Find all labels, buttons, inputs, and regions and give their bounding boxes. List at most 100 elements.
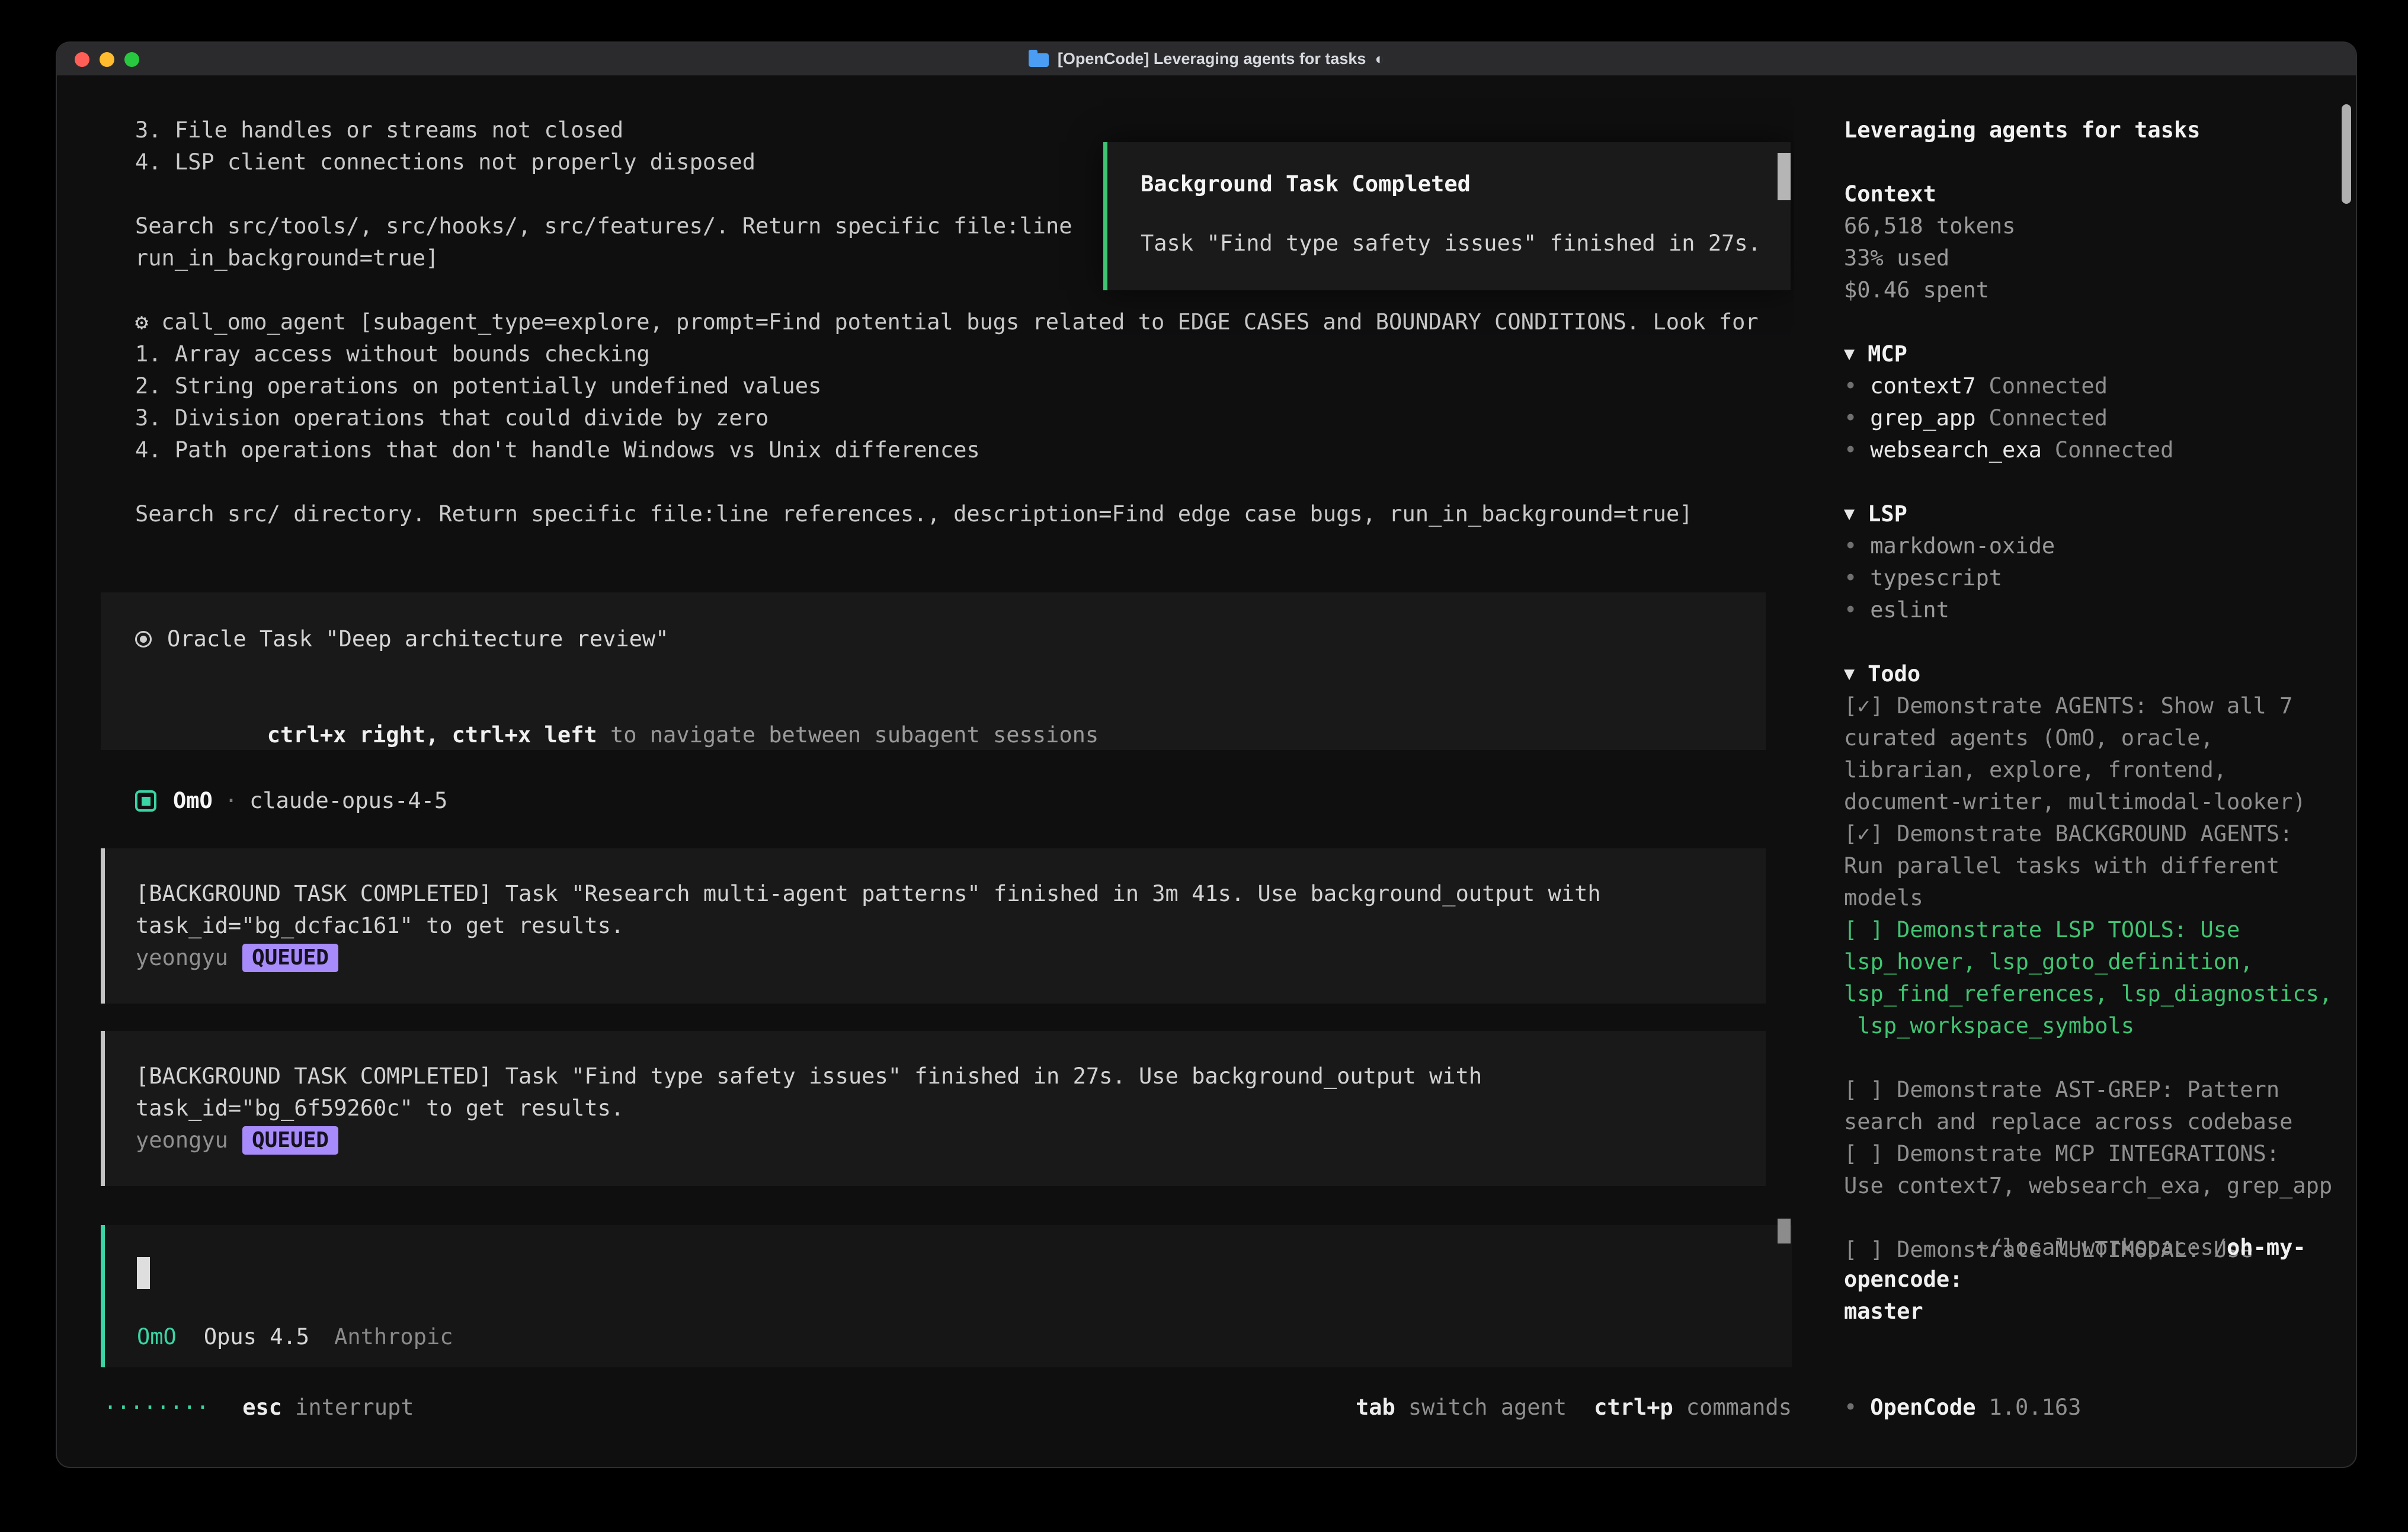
keyboard-hints: tab switch agent ctrl+p commands — [1356, 1392, 1792, 1424]
notification-title: Background Task Completed — [1141, 168, 1791, 200]
tab-action-label: switch agent — [1408, 1392, 1567, 1424]
chat-scrollbar-thumb[interactable] — [1778, 153, 1791, 200]
minimize-window-button[interactable] — [100, 52, 114, 67]
ctrlp-key-label: ctrl+p — [1594, 1392, 1673, 1424]
todo-item-mcp-integrations: [ ] Demonstrate MCP INTEGRATIONS: Use co… — [1844, 1138, 2336, 1202]
session-title: Leveraging agents for tasks — [1844, 114, 2336, 146]
esc-action-label: interrupt — [295, 1392, 414, 1424]
bullet-icon: • — [1844, 562, 1857, 594]
oracle-task-title-row: Oracle Task "Deep architecture review" — [135, 623, 1766, 655]
queued-badge: QUEUED — [242, 944, 338, 972]
bullet-icon: • — [1844, 370, 1857, 402]
todo-section-label: Todo — [1868, 658, 1920, 690]
collapse-triangle-icon: ▼ — [1844, 338, 1855, 370]
workspace-path: ~/local-workspaces/oh-my-opencode: maste… — [1844, 1200, 2336, 1360]
message-background-task-1: [BACKGROUND TASK COMPLETED] Task "Resear… — [101, 848, 1766, 1004]
message-author: yeongyu — [136, 942, 228, 974]
message-author: yeongyu — [136, 1124, 228, 1156]
esc-key-label: esc — [242, 1392, 282, 1424]
sidebar-scrollbar-thumb[interactable] — [2342, 104, 2351, 204]
mcp-status: Connected — [2055, 434, 2173, 466]
close-window-button[interactable] — [75, 52, 89, 67]
progress-half-circle-icon: ◐ — [1375, 50, 1384, 68]
collapse-triangle-icon: ▼ — [1844, 498, 1855, 530]
message-line: [BACKGROUND TASK COMPLETED] Task "Resear… — [136, 878, 1766, 910]
background-task-notification: Background Task Completed Task "Find typ… — [1103, 142, 1791, 290]
oracle-task-box: Oracle Task "Deep architecture review" c… — [101, 592, 1766, 750]
context-section-label: Context — [1844, 178, 2336, 210]
mcp-status: Connected — [1989, 402, 2108, 434]
lsp-section-header[interactable]: ▼ LSP — [1844, 498, 2336, 530]
mcp-name: websearch_exa — [1870, 434, 2042, 466]
prompt-input[interactable]: OmO Opus 4.5 Anthropic — [101, 1225, 1792, 1367]
todo-item-agents: [✓] Demonstrate AGENTS: Show all 7 curat… — [1844, 690, 2336, 818]
zoom-window-button[interactable] — [124, 52, 139, 67]
tab-key-label: tab — [1356, 1392, 1395, 1424]
provider-label: Anthropic — [334, 1321, 453, 1353]
terminal-line: 1. Array access without bounds checking — [57, 338, 1794, 370]
mcp-item-context7: • context7 Connected — [1844, 370, 2336, 402]
oracle-hint-text: to navigate between subagent sessions — [597, 722, 1099, 748]
status-bar: ········ esc interrupt tab switch agent … — [101, 1392, 1792, 1424]
lsp-section-label: LSP — [1868, 498, 1907, 530]
lsp-name: markdown-oxide — [1870, 530, 2055, 562]
mcp-name: grep_app — [1870, 402, 1975, 434]
mcp-name: context7 — [1870, 370, 1975, 402]
mcp-section-header[interactable]: ▼ MCP — [1844, 338, 2336, 370]
collapse-triangle-icon: ▼ — [1844, 658, 1855, 690]
sidebar-footer: ~/local-workspaces/oh-my-opencode: maste… — [1844, 1200, 2336, 1424]
window-title-group: [OpenCode] Leveraging agents for tasks ◐ — [1029, 50, 1384, 68]
lsp-name: typescript — [1870, 562, 2002, 594]
app-version: 1.0.163 — [1989, 1392, 2082, 1424]
tool-call-line: ⚙call_omo_agent [subagent_type=explore, … — [57, 306, 1794, 338]
terminal-line: 3. Division operations that could divide… — [57, 402, 1794, 434]
message-meta-row: yeongyu QUEUED — [136, 1124, 1766, 1156]
agent-name: OmO — [173, 785, 213, 817]
terminal-line: Search src/ directory. Return specific f… — [57, 498, 1794, 530]
ctrlp-action-label: commands — [1686, 1392, 1792, 1424]
message-line: task_id="bg_6f59260c" to get results. — [136, 1092, 1766, 1124]
terminal-line: 2. String operations on potentially unde… — [57, 370, 1794, 402]
notification-body: Task "Find type safety issues" finished … — [1141, 227, 1791, 259]
mcp-item-grep-app: • grep_app Connected — [1844, 402, 2336, 434]
sidebar: Leveraging agents for tasks Context 66,5… — [1794, 76, 2356, 1467]
tab-hint: tab switch agent — [1356, 1392, 1567, 1424]
lsp-item-eslint: • eslint — [1844, 594, 2336, 626]
omo-agent-icon — [135, 790, 156, 812]
separator-dot: · — [225, 785, 238, 817]
active-agent-label: OmO — [137, 1321, 177, 1353]
lsp-name: eslint — [1870, 594, 1949, 626]
folder-icon — [1029, 53, 1049, 67]
bullet-icon: • — [1844, 530, 1857, 562]
opencode-window: [OpenCode] Leveraging agents for tasks ◐… — [57, 43, 2356, 1467]
terminal-line: 3. File handles or streams not closed — [57, 114, 1794, 146]
todo-item-ast-grep: [ ] Demonstrate AST-GREP: Pattern search… — [1844, 1074, 2336, 1138]
fisheye-icon — [135, 631, 152, 648]
window-title: [OpenCode] Leveraging agents for tasks — [1058, 50, 1366, 68]
commands-hint: ctrl+p commands — [1594, 1392, 1792, 1424]
todo-item-lsp-tools: [ ] Demonstrate LSP TOOLS: Use lsp_hover… — [1844, 914, 2336, 1042]
context-spent: $0.46 spent — [1844, 274, 2336, 306]
agent-header: OmO · claude-opus-4-5 — [135, 785, 1794, 817]
model-status-row: OmO Opus 4.5 Anthropic — [137, 1321, 453, 1353]
lsp-item-markdown-oxide: • markdown-oxide — [1844, 530, 2336, 562]
bullet-icon: • — [1844, 1392, 1857, 1424]
queued-badge: QUEUED — [242, 1126, 338, 1155]
message-line: task_id="bg_dcfac161" to get results. — [136, 910, 1766, 942]
workspace-path-prefix: ~/local-workspaces/ — [1976, 1235, 2227, 1260]
chat-scrollbar-thumb-lower[interactable] — [1778, 1219, 1791, 1243]
app-version-row: • OpenCode 1.0.163 — [1844, 1392, 2336, 1424]
message-line: [BACKGROUND TASK COMPLETED] Task "Find t… — [136, 1060, 1766, 1092]
esc-hint: esc interrupt — [242, 1392, 414, 1424]
terminal-line — [57, 466, 1794, 498]
chat-pane: 3. File handles or streams not closed 4.… — [57, 76, 1794, 1467]
spinner-dots-icon: ········ — [104, 1392, 209, 1424]
todo-section-header[interactable]: ▼ Todo — [1844, 658, 2336, 690]
message-background-task-2: [BACKGROUND TASK COMPLETED] Task "Find t… — [101, 1031, 1766, 1186]
oracle-task-title: Oracle Task "Deep architecture review" — [167, 623, 668, 655]
lsp-item-typescript: • typescript — [1844, 562, 2336, 594]
agent-model: claude-opus-4-5 — [249, 785, 447, 817]
mcp-status: Connected — [1989, 370, 2108, 402]
oracle-hint-keys: ctrl+x right, ctrl+x left — [267, 722, 597, 748]
bullet-icon: • — [1844, 402, 1857, 434]
